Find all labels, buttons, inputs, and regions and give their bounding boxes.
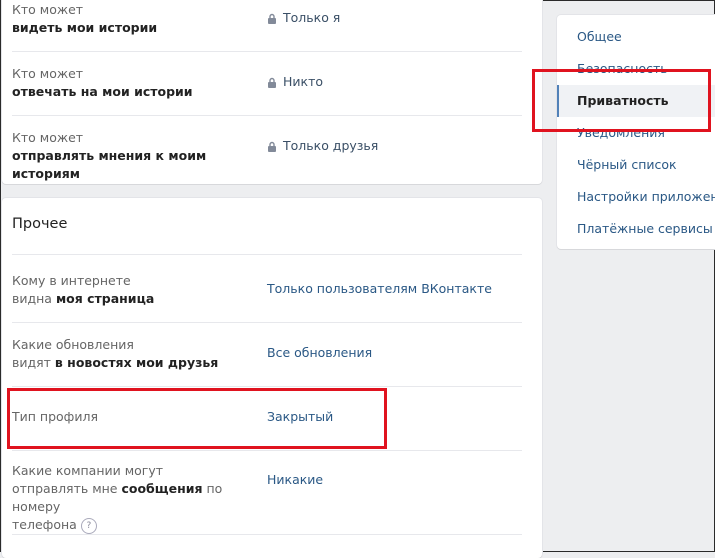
- stories-privacy-card: Кто может видеть мои истории Только я Кт…: [2, 0, 542, 184]
- other-settings-card: Прочее Кому в интернете видна моя страни…: [2, 198, 542, 558]
- lock-icon: [268, 141, 276, 152]
- divider: [12, 534, 522, 535]
- setting-label: Кто может отправлять мнения к моим истор…: [12, 130, 207, 181]
- setting-value-link[interactable]: Закрытый: [267, 408, 333, 426]
- nav-item-blacklist[interactable]: Чёрный список: [557, 149, 715, 181]
- setting-label: Кто может отвечать на мои истории: [12, 66, 193, 99]
- nav-item-notifications[interactable]: Уведомления: [557, 117, 715, 149]
- nav-item-app-settings[interactable]: Настройки приложений: [557, 181, 715, 213]
- divider: [12, 450, 522, 451]
- section-title: Прочее: [12, 216, 68, 232]
- divider: [12, 386, 522, 387]
- setting-value-link[interactable]: Никакие: [267, 471, 323, 489]
- setting-value-locked[interactable]: Только я: [267, 9, 340, 27]
- nav-item-general[interactable]: Общее: [557, 21, 715, 53]
- setting-label: Тип профиля: [12, 409, 98, 424]
- setting-value-link[interactable]: Все обновления: [267, 344, 372, 362]
- settings-nav: Общее Безопасность Приватность Уведомлен…: [557, 15, 715, 249]
- divider: [12, 51, 522, 52]
- divider: [12, 322, 522, 323]
- setting-value-locked[interactable]: Никто: [267, 73, 323, 91]
- setting-value-locked[interactable]: Только друзья: [267, 137, 378, 155]
- nav-item-privacy[interactable]: Приватность: [557, 85, 715, 117]
- setting-label: Кто может видеть мои истории: [12, 2, 158, 35]
- help-icon[interactable]: ?: [80, 517, 97, 534]
- nav-item-security[interactable]: Безопасность: [557, 53, 715, 85]
- lock-icon: [268, 77, 276, 88]
- setting-label: Кому в интернете видна моя страница: [12, 273, 155, 306]
- lock-icon: [268, 13, 276, 24]
- divider: [12, 115, 522, 116]
- setting-label: Какие обновления видят в новостях мои др…: [12, 337, 219, 370]
- setting-label: Какие компании могут отправлять мне сооб…: [12, 463, 223, 534]
- setting-value-link[interactable]: Только пользователям ВКонтакте: [267, 280, 492, 298]
- nav-item-payments[interactable]: Платёжные сервисы: [557, 213, 715, 245]
- divider: [12, 254, 522, 255]
